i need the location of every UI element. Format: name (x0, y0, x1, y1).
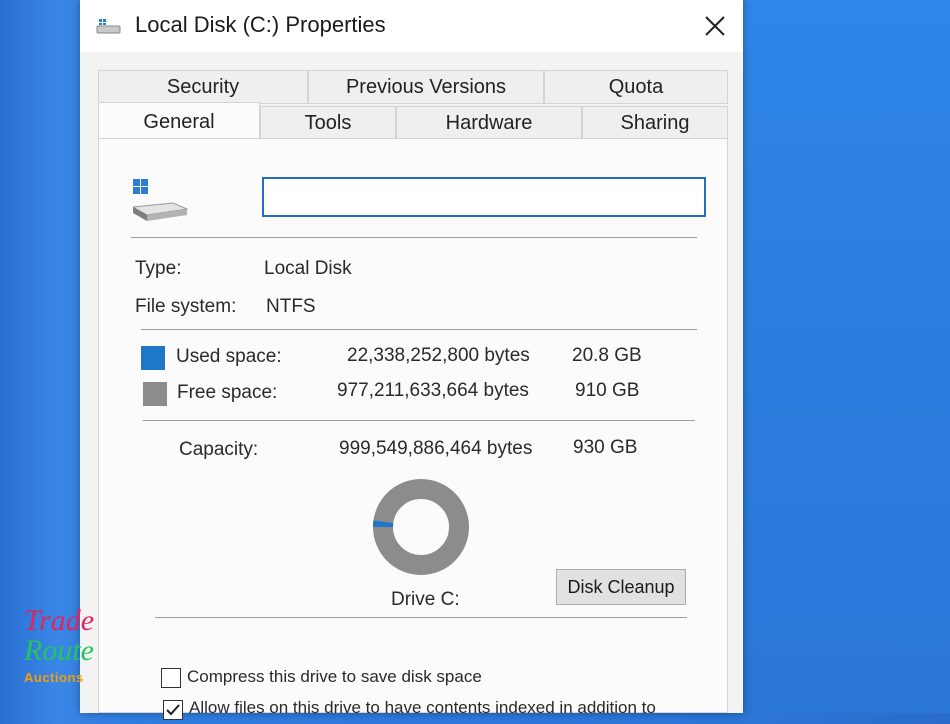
watermark-logo: Trade Route Auctions (18, 604, 108, 694)
disk-usage-donut (373, 479, 469, 575)
tab-sharing[interactable]: Sharing (582, 106, 728, 140)
tab-strip: Security Previous Versions Quota General… (98, 70, 728, 142)
general-panel: Type: Local Disk File system: NTFS Used … (98, 138, 728, 720)
capacity-label: Capacity: (179, 439, 259, 460)
separator (143, 420, 695, 421)
tab-security[interactable]: Security (98, 70, 308, 104)
tab-quota[interactable]: Quota (544, 70, 728, 104)
file-system-value: NTFS (266, 296, 316, 317)
index-label: Allow files on this drive to have conten… (189, 698, 656, 717)
watermark-line3: Auctions (24, 670, 84, 685)
hard-drive-icon (133, 179, 189, 221)
used-space-label: Used space: (176, 346, 282, 367)
free-space-swatch (143, 382, 167, 406)
tab-hardware[interactable]: Hardware (396, 106, 582, 140)
type-value: Local Disk (264, 258, 352, 279)
drive-icon (96, 19, 121, 34)
properties-window: Local Disk (C:) Properties Security Prev… (80, 0, 743, 720)
compress-checkbox[interactable] (161, 668, 181, 688)
title-bar: Local Disk (C:) Properties (80, 0, 743, 52)
window-title: Local Disk (C:) Properties (135, 12, 386, 37)
free-space-ring (373, 479, 469, 575)
capacity-gb: 930 GB (573, 437, 638, 458)
tab-general[interactable]: General (98, 102, 260, 142)
drive-caption: Drive C: (391, 589, 460, 610)
tab-previous-versions[interactable]: Previous Versions (308, 70, 544, 104)
file-system-label: File system: (135, 296, 237, 317)
close-icon (705, 16, 725, 36)
separator (141, 329, 697, 330)
compress-label: Compress this drive to save disk space (187, 667, 482, 686)
free-space-gb: 910 GB (575, 380, 640, 401)
used-space-gb: 20.8 GB (572, 345, 642, 366)
separator (155, 617, 687, 618)
drive-label-input[interactable] (262, 177, 706, 217)
type-label: Type: (135, 258, 182, 279)
close-button[interactable] (687, 0, 743, 52)
capacity-bytes: 999,549,886,464 bytes (339, 438, 533, 459)
used-space-bytes: 22,338,252,800 bytes (347, 345, 530, 366)
separator (131, 237, 697, 238)
index-checkbox[interactable] (163, 700, 183, 720)
free-space-bytes: 977,211,633,664 bytes (337, 380, 529, 401)
desktop-background (738, 0, 950, 713)
watermark-line2: Route (24, 634, 94, 667)
checkmark-icon (166, 704, 180, 716)
watermark-line1: Trade (24, 604, 95, 637)
disk-cleanup-button[interactable]: Disk Cleanup (556, 569, 686, 605)
free-space-label: Free space: (177, 382, 278, 403)
used-space-swatch (141, 346, 165, 370)
tab-tools[interactable]: Tools (260, 106, 396, 140)
